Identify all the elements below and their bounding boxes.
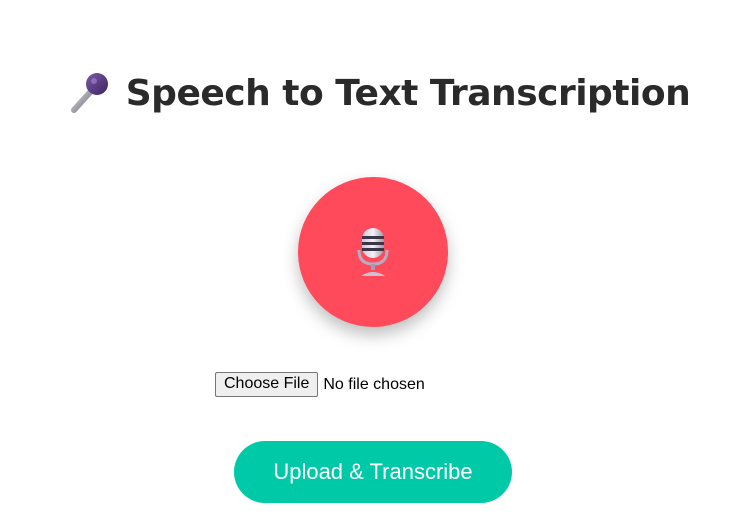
choose-file-button[interactable]: Choose File [215,372,319,397]
microphone-icon [66,70,112,116]
upload-transcribe-button[interactable]: Upload & Transcribe [234,441,512,503]
page-title: Speech to Text Transcription [66,70,691,116]
studio-microphone-icon [356,226,390,278]
file-status-text: No file chosen [323,375,425,393]
header: Speech to Text Transcription [0,70,756,120]
page-title-text: Speech to Text Transcription [125,72,691,114]
page: Speech to Text Transcription Choose File… [0,0,756,522]
record-button[interactable] [298,177,448,327]
file-input: Choose File No file chosen [215,372,425,397]
